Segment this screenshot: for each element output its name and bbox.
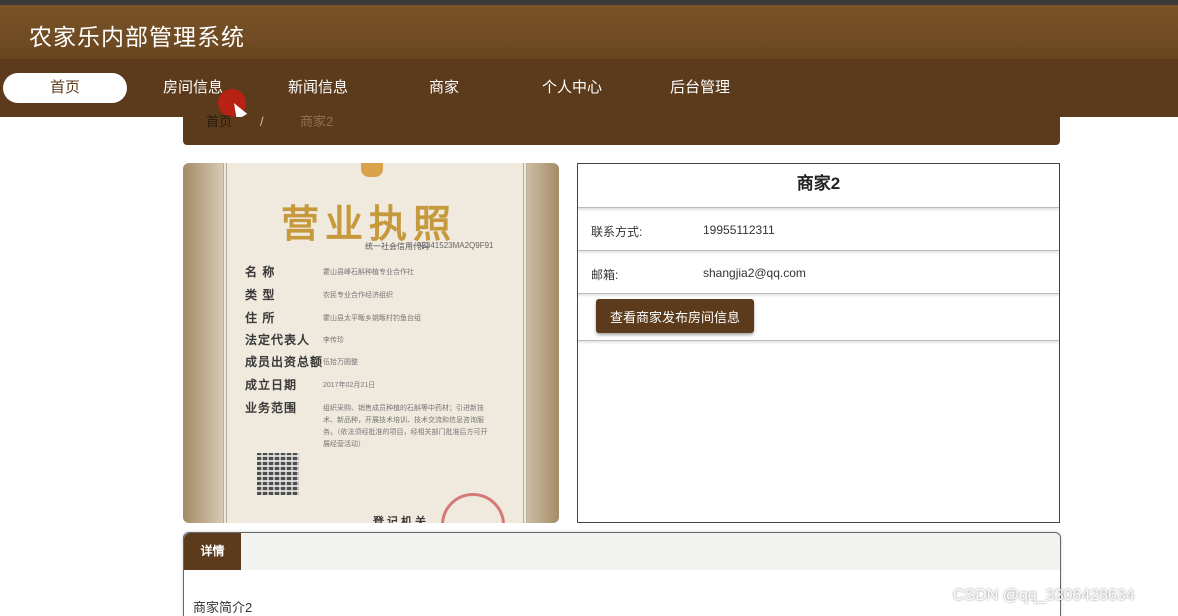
breadcrumb-current: 商家2 <box>300 114 334 129</box>
contact-row: 联系方式: 19955112311 <box>578 209 1059 251</box>
merchant-info-panel: 商家2 联系方式: 19955112311 邮箱: shangjia2@qq.c… <box>577 163 1060 523</box>
main-nav: 首页 房间信息 新闻信息 商家 个人中心 后台管理 <box>0 59 1178 117</box>
license-field-value: 2017年02月21日 <box>323 382 376 389</box>
breadcrumb: 首页 / 商家2 <box>183 114 1060 145</box>
app-header: 农家乐内部管理系统 <box>0 5 1178 59</box>
license-field-value: 霍山县太平畈乡姚畈村钓鱼台组 <box>323 315 421 322</box>
license-field-label: 类 型 <box>245 288 276 302</box>
license-field-label: 成立日期 <box>245 378 298 392</box>
email-value: shangjia2@qq.com <box>703 266 806 280</box>
qr-code-overlay <box>257 453 299 495</box>
view-merchant-rooms-button[interactable]: 查看商家发布房间信息 <box>596 299 754 333</box>
license-code-value: 93341523MA2Q9F91 <box>417 241 494 250</box>
license-field-label: 住 所 <box>245 311 276 325</box>
contact-value: 19955112311 <box>703 223 775 237</box>
tab-detail[interactable]: 详情 <box>184 533 241 570</box>
detail-tab-bar: 详情 <box>184 533 1060 570</box>
license-field-label: 名 称 <box>245 265 276 279</box>
breadcrumb-home[interactable]: 首页 <box>206 115 232 128</box>
license-scope-text: 组织采购、销售成员种植的石斛等中药材；引进新技术、新品种，开展技术培训、技术交流… <box>323 405 488 448</box>
national-emblem-icon <box>361 163 383 177</box>
nav-item-admin[interactable]: 后台管理 <box>638 73 762 103</box>
email-row: 邮箱: shangjia2@qq.com <box>578 252 1059 294</box>
nav-item-merchants[interactable]: 商家 <box>382 73 506 103</box>
merchant-name: 商家2 <box>578 164 1059 208</box>
license-field-label: 成员出资总额 <box>245 355 324 369</box>
license-field-value: 农民专业合作经济组织 <box>323 292 393 299</box>
license-field-value: 伍拾万圆整 <box>323 359 358 366</box>
license-title: 营业执照 <box>281 201 458 246</box>
business-license-image: 营业执照 统一社会信用代码 93341523MA2Q9F91 名 称 霍山县峰石… <box>183 163 559 523</box>
license-field-label: 法定代表人 <box>245 333 311 347</box>
nav-item-profile[interactable]: 个人中心 <box>510 73 634 103</box>
app-title: 农家乐内部管理系统 <box>29 24 245 50</box>
breadcrumb-separator: / <box>260 114 264 129</box>
nav-item-home[interactable]: 首页 <box>3 73 127 103</box>
detail-panel: 详情 商家简介2 <box>183 532 1061 616</box>
action-row: 查看商家发布房间信息 <box>578 294 1059 341</box>
license-registration: 登记机关 <box>373 516 429 523</box>
email-label: 邮箱: <box>591 268 619 282</box>
nav-item-news[interactable]: 新闻信息 <box>256 73 380 103</box>
license-field-value: 霍山县峰石斛种植专业合作社 <box>323 269 414 276</box>
contact-label: 联系方式: <box>591 225 643 239</box>
license-field-label: 业务范围 <box>245 401 298 415</box>
license-field-value: 李传珍 <box>323 337 344 344</box>
watermark: CSDN @qq_3306428634 <box>953 587 1135 604</box>
merchant-intro: 商家简介2 <box>193 600 253 615</box>
